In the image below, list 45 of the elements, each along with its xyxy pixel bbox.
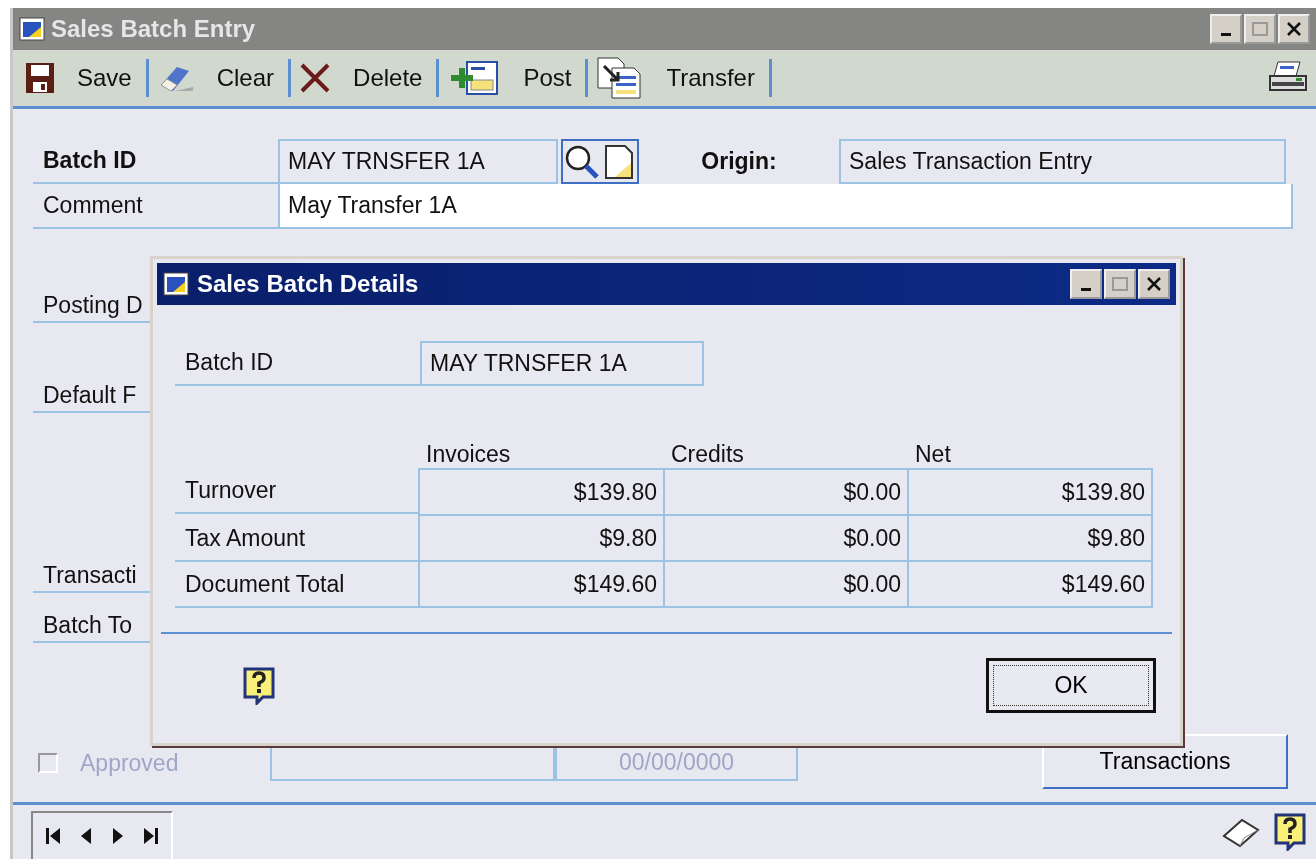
comment-field[interactable]: May Transfer 1A (278, 184, 1293, 229)
toolbar-button[interactable]: Clear (152, 55, 285, 101)
toolbar-button[interactable]: Save (21, 55, 142, 101)
window-icon (163, 272, 189, 296)
row-label: Tax Amount (175, 516, 420, 562)
toolbar-button[interactable]: Transfer (592, 55, 765, 101)
help-icon[interactable] (1274, 813, 1306, 851)
row-label: Turnover (175, 468, 420, 514)
field-label: Batch ID (175, 341, 420, 386)
note-icon[interactable] (1220, 816, 1260, 848)
delete-x-icon (299, 62, 332, 94)
help-icon[interactable] (243, 666, 275, 705)
column-header: Credits (670, 440, 745, 468)
field-label: Batch ID (33, 139, 278, 184)
close-button[interactable] (1278, 14, 1310, 44)
table-cell: $0.00 (663, 468, 909, 516)
minimize-button[interactable] (1070, 269, 1102, 299)
column-header: Invoices (425, 440, 512, 468)
table-cell: $149.60 (907, 562, 1153, 608)
close-icon (1286, 22, 1302, 36)
minimize-icon (1221, 32, 1231, 36)
table-cell: $9.80 (418, 516, 665, 562)
window-icon (19, 17, 45, 41)
column-header: Net (914, 440, 952, 468)
maximize-icon (1252, 22, 1268, 36)
minimize-button[interactable] (1210, 14, 1242, 44)
batch-id-field: MAY TRNSFER 1A (420, 341, 704, 386)
table-cell: $139.80 (418, 468, 665, 516)
row-label: Document Total (175, 562, 420, 608)
field-label: Origin: (700, 147, 778, 176)
toolbar-button[interactable]: Post (443, 55, 582, 101)
ok-button[interactable]: OK (986, 658, 1156, 713)
origin-field: Sales Transaction Entry (839, 139, 1286, 184)
table-cell: $149.60 (418, 562, 665, 608)
maximize-icon (1112, 277, 1128, 291)
minimize-icon (1081, 287, 1091, 291)
table-cell: $9.80 (907, 516, 1153, 562)
batch-id-field[interactable]: MAY TRNSFER 1A (278, 139, 558, 184)
window-title: Sales Batch Entry (51, 15, 257, 43)
close-button[interactable] (1138, 269, 1170, 299)
checkbox-label: Approved (80, 749, 180, 777)
close-icon (1146, 277, 1162, 291)
table-cell: $139.80 (907, 468, 1153, 516)
toolbar-button[interactable]: Delete (295, 55, 433, 101)
dialog-title: Sales Batch Details (197, 270, 420, 298)
